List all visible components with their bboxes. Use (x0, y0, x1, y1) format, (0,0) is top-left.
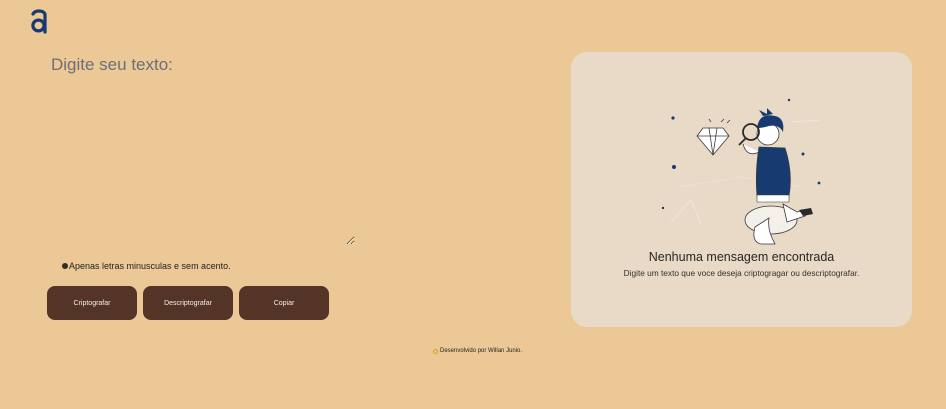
info-icon (62, 263, 68, 269)
copyright-icon (433, 348, 438, 354)
empty-state-title: Nenhuma mensagem encontrada (648, 250, 835, 264)
person-magnifier-diamond-illustration (661, 98, 822, 245)
decrypt-button[interactable]: Descriptografar (143, 286, 233, 320)
logo-icon[interactable] (29, 8, 49, 34)
output-panel: Nenhuma mensagem encontrada Digite um te… (571, 52, 912, 327)
message-input[interactable] (50, 52, 355, 245)
footer-text: Desenvolvido por Willan Junio. (440, 348, 523, 354)
copy-button[interactable]: Copiar (239, 286, 329, 320)
footer: Desenvolvido por Willan Junio. (433, 348, 522, 354)
empty-state-subtitle: Digite um texto que voce deseja criptogr… (623, 268, 860, 278)
hint-text: Apenas letras minusculas e sem acento. (69, 261, 231, 271)
input-hint: Apenas letras minusculas e sem acento. (62, 261, 231, 271)
encrypt-button[interactable]: Criptografar (47, 286, 137, 320)
